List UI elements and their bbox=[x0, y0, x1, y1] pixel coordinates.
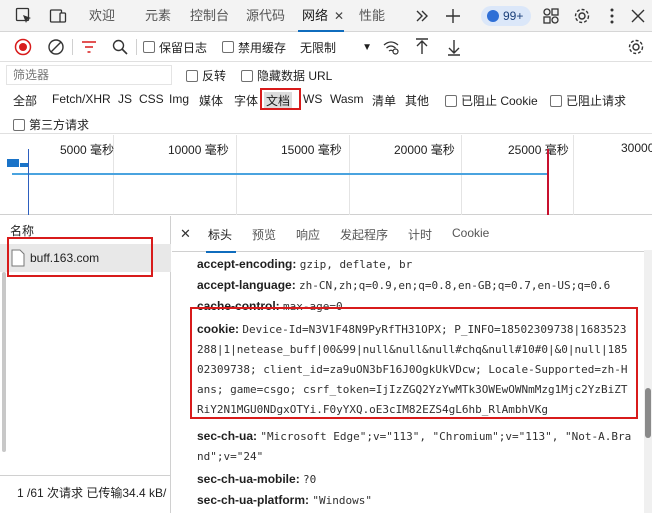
load-event-line bbox=[547, 149, 549, 215]
type-filter-manifest[interactable]: 清单 bbox=[372, 92, 396, 109]
tab-timing[interactable]: 计时 bbox=[408, 226, 432, 243]
timeline-tick: 25000 毫秒 bbox=[508, 143, 569, 157]
type-filter-row: 全部 Fetch/XHR JS CSS Img 媒体 字体 文档 WS Wasm… bbox=[0, 88, 652, 112]
add-tab-icon[interactable] bbox=[443, 6, 463, 26]
inspect-element-icon[interactable] bbox=[14, 6, 34, 26]
tab-cookies[interactable]: Cookie bbox=[452, 226, 489, 240]
export-har-icon[interactable] bbox=[446, 37, 462, 57]
timeline-tick: 15000 毫秒 bbox=[281, 143, 342, 157]
header-accept-language: accept-language: zh-CN,zh;q=0.9,en;q=0.8… bbox=[197, 278, 611, 292]
request-bar bbox=[7, 159, 19, 167]
settings-gear-icon[interactable] bbox=[572, 6, 592, 26]
invert-checkbox[interactable]: 反转 bbox=[186, 67, 226, 84]
header-sec-ch-ua: sec-ch-ua: "Microsoft Edge";v="113", "Ch… bbox=[197, 429, 632, 463]
disable-cache-checkbox[interactable]: 禁用缓存 bbox=[222, 37, 286, 57]
details-tab-bar: ✕ 标头 预览 响应 发起程序 计时 Cookie bbox=[172, 216, 652, 253]
type-filter-other[interactable]: 其他 bbox=[405, 92, 429, 109]
network-toolbar: 保留日志 禁用缓存 无限制 ▼ bbox=[0, 32, 652, 62]
filter-input[interactable] bbox=[6, 65, 172, 85]
connect-icon[interactable] bbox=[541, 6, 561, 26]
type-filter-all[interactable]: 全部 bbox=[13, 92, 37, 109]
preserve-log-checkbox[interactable]: 保留日志 bbox=[143, 37, 207, 57]
third-party-checkbox[interactable]: 第三方请求 bbox=[13, 116, 89, 133]
hide-data-urls-checkbox[interactable]: 隐藏数据 URL bbox=[241, 67, 332, 84]
issues-icon bbox=[487, 10, 499, 22]
clear-icon[interactable] bbox=[47, 37, 65, 57]
list-scrollbar[interactable] bbox=[2, 272, 6, 452]
timeline-tick: 10000 毫秒 bbox=[168, 143, 229, 157]
network-settings-gear-icon[interactable] bbox=[627, 37, 645, 57]
blocked-requests-checkbox[interactable]: 已阻止请求 bbox=[550, 92, 626, 109]
request-highlight bbox=[7, 237, 153, 277]
issues-count: 99+ bbox=[503, 9, 524, 23]
more-tabs-icon[interactable] bbox=[412, 6, 432, 26]
doc-filter-highlight bbox=[260, 88, 301, 110]
request-bar bbox=[12, 173, 548, 175]
type-filter-media[interactable]: 媒体 bbox=[199, 92, 223, 109]
timeline-tick: 5000 毫秒 bbox=[60, 143, 115, 157]
type-filter-fetch-xhr[interactable]: Fetch/XHR bbox=[52, 92, 111, 106]
tab-preview[interactable]: 预览 bbox=[252, 226, 276, 243]
network-overview[interactable]: 5000 毫秒 10000 毫秒 15000 毫秒 20000 毫秒 25000… bbox=[0, 135, 652, 215]
timeline-tick: 30000 bbox=[621, 141, 652, 155]
tab-sources[interactable]: 源代码 bbox=[246, 0, 285, 32]
type-filter-js[interactable]: JS bbox=[118, 92, 132, 106]
timeline-tick: 20000 毫秒 bbox=[394, 143, 455, 157]
header-sec-ch-ua-mobile: sec-ch-ua-mobile: ?0 bbox=[197, 472, 317, 486]
tab-elements[interactable]: 元素 bbox=[145, 0, 171, 32]
header-accept-encoding: accept-encoding: gzip, deflate, br bbox=[197, 257, 413, 271]
network-conditions-icon[interactable] bbox=[382, 37, 400, 57]
filter-row: 反转 隐藏数据 URL bbox=[0, 62, 652, 88]
filter-icon[interactable] bbox=[80, 37, 98, 57]
search-icon[interactable] bbox=[111, 37, 129, 57]
device-toolbar-icon[interactable] bbox=[48, 6, 68, 26]
type-filter-wasm[interactable]: Wasm bbox=[330, 92, 364, 106]
tab-headers[interactable]: 标头 bbox=[205, 226, 237, 253]
type-filter-img[interactable]: Img bbox=[169, 92, 189, 106]
blocked-cookies-checkbox[interactable]: 已阻止 Cookie bbox=[445, 92, 538, 109]
tab-network[interactable]: 网络 bbox=[297, 0, 345, 32]
close-devtools-icon[interactable] bbox=[628, 6, 648, 26]
status-bar: 1 /61 次请求 已传输34.4 kB/ bbox=[0, 475, 171, 513]
devtools-tab-bar: 欢迎 元素 控制台 源代码 网络 ✕ 性能 99+ bbox=[0, 0, 652, 32]
dropdown-arrow-icon: ▼ bbox=[362, 41, 372, 53]
more-options-icon[interactable] bbox=[602, 6, 622, 26]
type-filter-ws[interactable]: WS bbox=[303, 92, 322, 106]
cookie-highlight bbox=[190, 307, 638, 419]
tab-initiator[interactable]: 发起程序 bbox=[340, 226, 388, 243]
close-details-icon[interactable]: ✕ bbox=[180, 226, 191, 242]
close-tab-icon[interactable]: ✕ bbox=[334, 9, 344, 23]
tab-performance[interactable]: 性能 bbox=[359, 0, 385, 32]
details-scrollbar-track[interactable] bbox=[644, 250, 652, 513]
domcontentloaded-line bbox=[28, 149, 29, 215]
issues-badge[interactable]: 99+ bbox=[481, 6, 531, 26]
request-bar bbox=[20, 163, 28, 167]
details-scrollbar-thumb[interactable] bbox=[645, 388, 651, 438]
header-sec-ch-ua-platform: sec-ch-ua-platform: "Windows" bbox=[197, 493, 372, 507]
type-filter-font[interactable]: 字体 bbox=[234, 92, 258, 109]
third-party-row: 第三方请求 bbox=[0, 112, 652, 134]
record-icon[interactable] bbox=[14, 37, 32, 57]
tab-console[interactable]: 控制台 bbox=[190, 0, 229, 32]
throttling-select[interactable]: 无限制 ▼ bbox=[300, 37, 372, 57]
type-filter-css[interactable]: CSS bbox=[139, 92, 164, 106]
import-har-icon[interactable] bbox=[414, 37, 430, 57]
tab-response[interactable]: 响应 bbox=[296, 226, 320, 243]
tab-welcome[interactable]: 欢迎 bbox=[89, 0, 115, 32]
